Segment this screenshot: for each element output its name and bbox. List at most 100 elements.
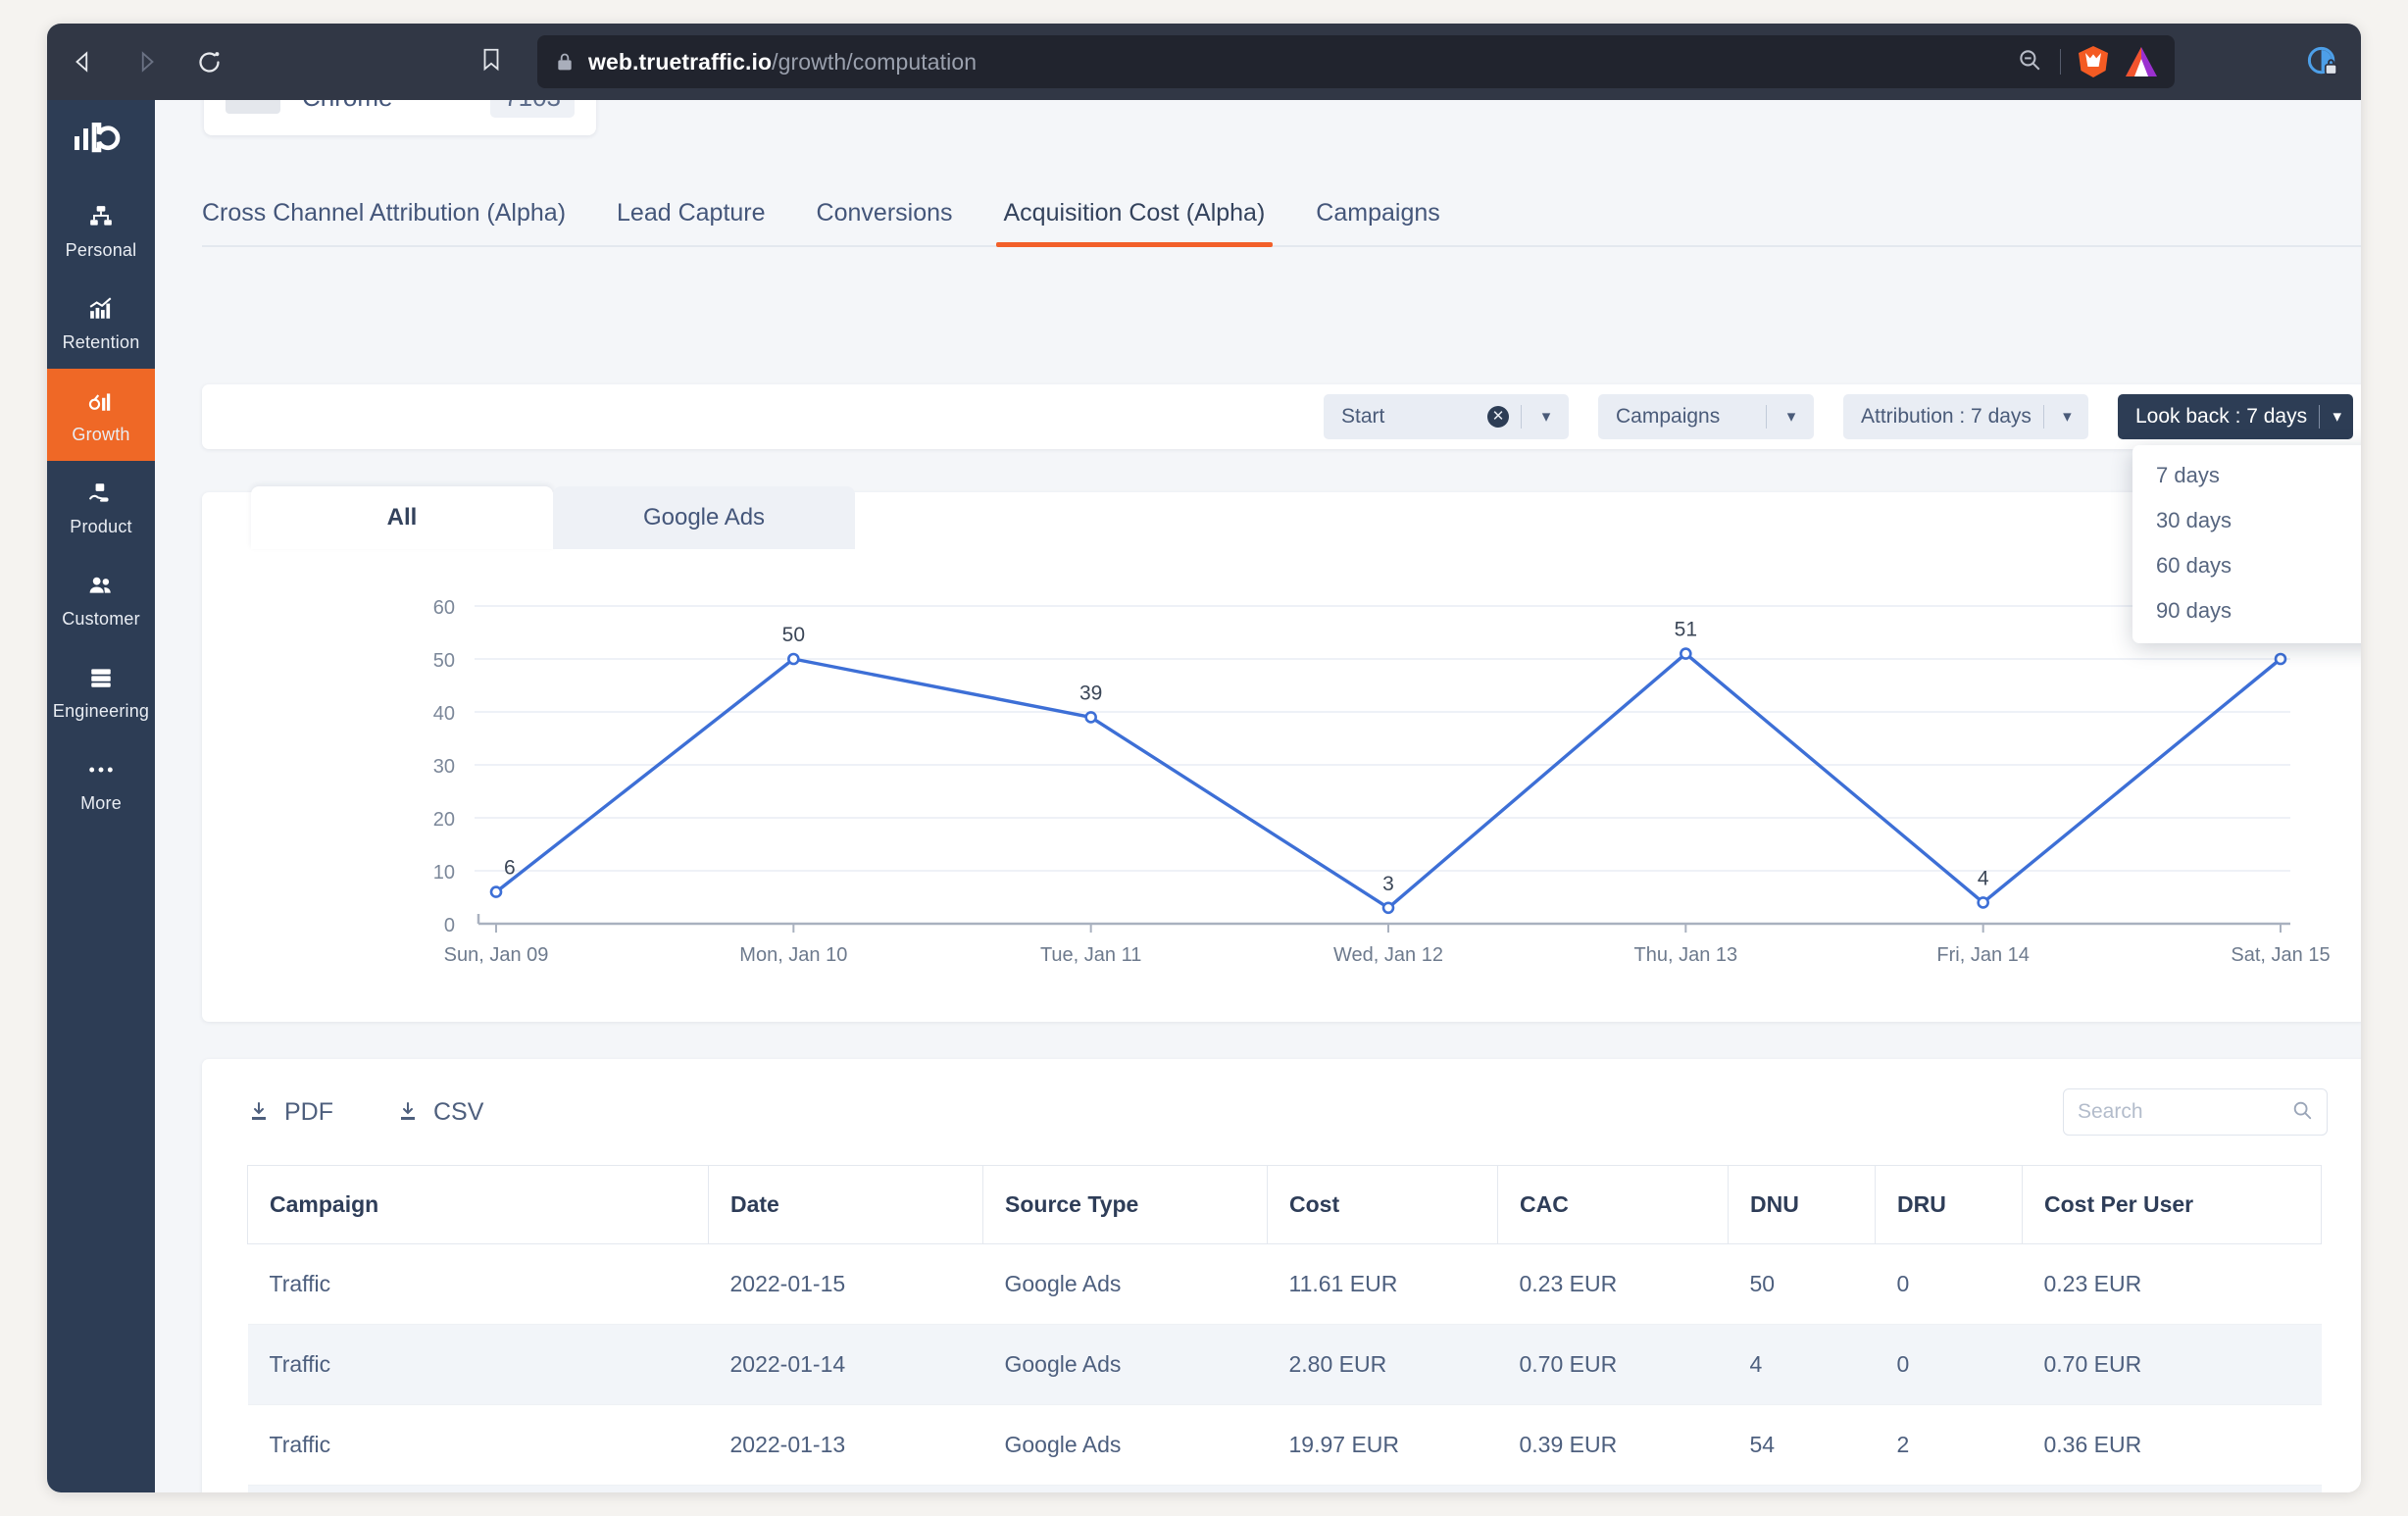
people-icon <box>85 571 117 600</box>
chart-data-point[interactable] <box>1381 901 1395 915</box>
sidebar-item-retention[interactable]: Retention <box>47 277 155 369</box>
growth-chart-icon <box>86 386 116 416</box>
filter-bar: Start ✕ ▾ Campaigns ▾ Attribution : 7 da… <box>202 384 2361 449</box>
zoom-out-icon[interactable] <box>2017 47 2042 77</box>
table-cell: 1 <box>1876 1486 2023 1493</box>
chart-tab-all[interactable]: All <box>251 486 553 549</box>
chart-point-label: 50 <box>782 624 805 646</box>
table-row[interactable]: Traffic 2022-01-14 Google Ads 2.80 EUR 0.70 … <box>247 1324 2322 1405</box>
divider <box>2042 405 2044 429</box>
column-header-cac[interactable]: CAC <box>1497 1165 1729 1244</box>
column-header-campaign[interactable]: Campaign <box>247 1165 709 1244</box>
sidebar-label: More <box>80 793 122 813</box>
section-tabs: Cross Channel Attribution (Alpha) Lead C… <box>202 186 2361 247</box>
table-cell: 2022-01-14 <box>729 1351 846 1377</box>
back-arrow-icon[interactable] <box>69 47 98 76</box>
column-header-cost[interactable]: Cost <box>1267 1165 1498 1244</box>
chevron-down-icon[interactable]: ▾ <box>1779 407 1804 427</box>
brave-shield-icon[interactable] <box>2079 46 2108 77</box>
download-icon <box>252 1102 266 1120</box>
icon-divider <box>2060 49 2061 75</box>
table-toolbar: PDF CSV Search <box>202 1059 2361 1165</box>
chart-line-series <box>494 651 2283 910</box>
start-filter[interactable]: Start ✕ ▾ <box>1324 394 1569 439</box>
table-cell: 54 <box>1749 1432 1776 1457</box>
lookback-filter[interactable]: Look back : 7 days ▾ <box>2118 394 2353 439</box>
y-axis-tick-label: 30 <box>433 756 455 778</box>
sidebar-item-customer[interactable]: Customer <box>47 553 155 645</box>
close-icon[interactable]: ✕ <box>1487 406 1509 428</box>
column-header-dru[interactable]: DRU <box>1875 1165 2023 1244</box>
app-viewport: Personal Retention Growth Product Custom… <box>47 100 2361 1492</box>
peek-card-name: Chrome <box>302 100 392 113</box>
table-cell: 0 <box>1729 1486 1876 1493</box>
column-header-cost-per-user[interactable]: Cost Per User <box>2022 1165 2322 1244</box>
chevron-down-icon[interactable]: ▾ <box>2056 407 2079 427</box>
chart-tab-google-ads[interactable]: Google Ads <box>553 486 855 549</box>
divider <box>1766 405 1767 429</box>
table-cell: Google Ads <box>1004 1351 1122 1377</box>
chart-data-point[interactable] <box>2274 652 2287 666</box>
browser-window: web.truetraffic.io/growth/computation Pe… <box>47 24 2361 1492</box>
ellipsis-icon <box>87 755 115 784</box>
tab-campaigns[interactable]: Campaigns <box>1290 199 1465 245</box>
y-axis-tick-label: 10 <box>433 862 455 884</box>
chevron-down-icon[interactable]: ▾ <box>1533 407 1559 427</box>
sidebar-item-engineering[interactable]: Engineering <box>47 645 155 737</box>
tab-cross-channel-attribution[interactable]: Cross Channel Attribution (Alpha) <box>202 199 591 245</box>
attribution-filter[interactable]: Attribution : 7 days ▾ <box>1843 394 2088 439</box>
profile-lock-icon[interactable] <box>2306 45 2339 78</box>
table-cell: 2022-01-15 <box>729 1271 846 1296</box>
chart-data-point[interactable] <box>1084 711 1097 724</box>
sidebar-item-growth[interactable]: Growth <box>47 369 155 461</box>
sidebar-label: Customer <box>62 609 140 629</box>
y-axis-tick-label: 0 <box>444 915 455 936</box>
search-input[interactable]: Search <box>2063 1088 2328 1136</box>
chart-data-point[interactable] <box>1977 896 1989 909</box>
sidebar-item-more[interactable]: More <box>47 737 155 830</box>
bat-token-icon[interactable] <box>2126 47 2157 76</box>
table-cell: Traffic search True Traffic <box>248 1486 709 1493</box>
chevron-down-icon[interactable]: ▾ <box>2332 407 2343 427</box>
dropdown-option-90-days[interactable]: 90 days <box>2132 588 2361 633</box>
sidebar-item-personal[interactable]: Personal <box>47 184 155 277</box>
table-row[interactable]: Traffic search True Traffic2022-01-1200.… <box>247 1485 2322 1493</box>
chart-data-point[interactable] <box>787 652 800 666</box>
chart-data-point[interactable] <box>489 885 503 898</box>
dropdown-option-30-days[interactable]: 30 days <box>2132 498 2361 543</box>
dropdown-option-label: 30 days <box>2156 508 2232 532</box>
chart-point-label: 3 <box>1382 873 1394 895</box>
reload-icon[interactable] <box>194 47 224 76</box>
table-row[interactable]: Traffic 2022-01-15 Google Ads 11.61 EUR 0.23… <box>247 1244 2322 1325</box>
table-row[interactable]: Traffic 2022-01-13 Google Ads 19.97 EUR 0.39… <box>247 1405 2322 1486</box>
org-chart-icon <box>87 202 115 231</box>
chart-tabs: All Google Ads <box>251 486 855 549</box>
tab-conversions[interactable]: Conversions <box>791 199 978 245</box>
forward-arrow-icon[interactable] <box>131 47 161 76</box>
dropdown-option-60-days[interactable]: 60 days <box>2132 543 2361 588</box>
sidebar-label: Engineering <box>52 701 150 721</box>
app-logo[interactable] <box>47 100 155 184</box>
search-placeholder: Search <box>2078 1100 2143 1123</box>
campaigns-filter[interactable]: Campaigns ▾ <box>1598 394 1814 439</box>
tab-acquisition-cost[interactable]: Acquisition Cost (Alpha) <box>978 199 1291 247</box>
x-axis-tick-label: Sat, Jan 15 <box>2231 944 2330 966</box>
dropdown-option-7-days[interactable]: 7 days ✓ <box>2132 453 2361 498</box>
chart-data-point[interactable] <box>1680 647 1692 660</box>
column-header-dnu[interactable]: DNU <box>1728 1165 1876 1244</box>
export-pdf-button[interactable]: PDF <box>247 1098 333 1127</box>
table-cell: Traffic <box>269 1271 331 1296</box>
sidebar-item-product[interactable]: Product <box>47 461 155 553</box>
start-filter-label: Start <box>1341 405 1385 428</box>
sidebar-label: Retention <box>62 332 140 352</box>
table-cell: 2022-01-12 <box>709 1486 983 1493</box>
chart-card: All Google Ads 0 10 20 30 40 50 60 Sun, Jan 09 M… <box>202 486 2361 1022</box>
export-csv-button[interactable]: CSV <box>396 1098 483 1127</box>
address-bar-icons <box>2017 46 2157 77</box>
tab-lead-capture[interactable]: Lead Capture <box>591 199 791 245</box>
attribution-filter-label: Attribution : 7 days <box>1861 405 2032 428</box>
address-bar[interactable]: web.truetraffic.io/growth/computation <box>537 35 2175 88</box>
column-header-date[interactable]: Date <box>708 1165 983 1244</box>
column-header-source-type[interactable]: Source Type <box>982 1165 1268 1244</box>
bookmark-icon[interactable] <box>478 46 504 78</box>
